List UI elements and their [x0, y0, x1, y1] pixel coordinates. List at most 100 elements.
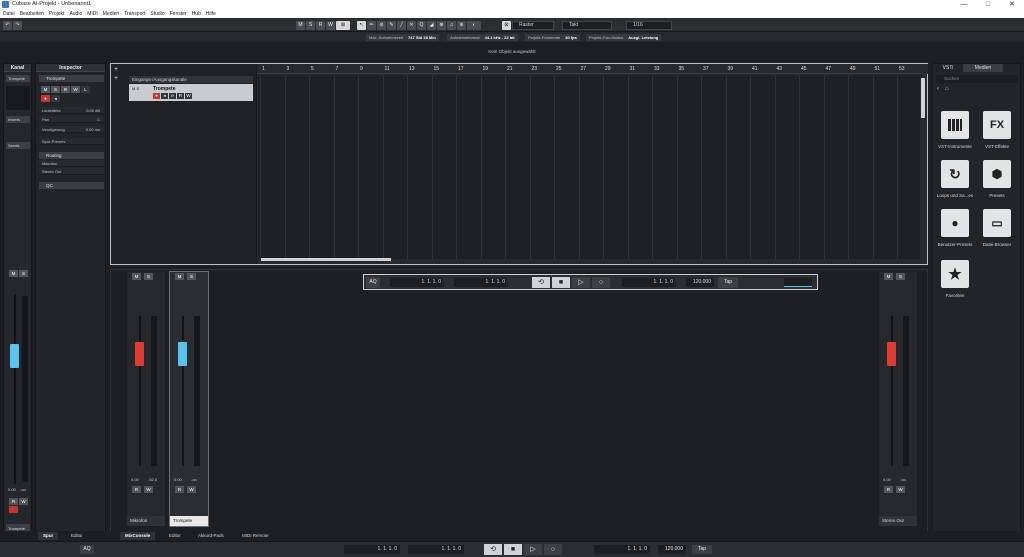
- star-icon[interactable]: ★: [941, 260, 969, 288]
- horizontal-scrollbar[interactable]: [261, 258, 391, 261]
- strip-write-button[interactable]: W: [144, 486, 153, 493]
- maximize-button[interactable]: □: [976, 0, 1000, 10]
- tab-editor-left[interactable]: Editor: [66, 532, 88, 540]
- channel-track-name[interactable]: Trompete: [6, 75, 30, 82]
- inserts-section[interactable]: Inserts: [6, 116, 30, 123]
- snap-type-select[interactable]: Raster: [512, 21, 554, 30]
- inspector-read-button[interactable]: R: [61, 86, 70, 93]
- mixer-strip[interactable]: M S 0.00 -oo R W Trompete: [169, 271, 209, 527]
- grid-type-select[interactable]: Takt: [562, 21, 612, 30]
- mixer-strip[interactable]: M S 0.00 -52.0 R W Mikrofon: [127, 272, 165, 526]
- menu-hilfe[interactable]: Hilfe: [206, 10, 216, 18]
- inspector-lanes-button[interactable]: L: [81, 86, 90, 93]
- object-select-tool[interactable]: ↖: [357, 21, 366, 30]
- track-record-button[interactable]: ●: [153, 93, 160, 99]
- inspector-title[interactable]: Inspector: [36, 64, 105, 72]
- fx-icon[interactable]: FX: [983, 111, 1011, 139]
- inspector-pan[interactable]: Pan C: [39, 116, 104, 123]
- track-read-button[interactable]: R: [177, 93, 184, 99]
- close-button[interactable]: ✕: [1000, 0, 1024, 10]
- inspector-record-button[interactable]: ●: [41, 95, 50, 102]
- status-stop-button[interactable]: ■: [504, 544, 522, 555]
- strip-name[interactable]: Trompete: [170, 516, 208, 526]
- info-record-time[interactable]: Max. Aufnahmezeit 747 Std 28 Min: [366, 34, 439, 41]
- inspector-write-button[interactable]: W: [71, 86, 80, 93]
- strip-fader-knob[interactable]: [887, 342, 896, 366]
- menu-fenster[interactable]: Fenster: [170, 10, 187, 18]
- tab-mixconsole[interactable]: MixConsole: [120, 532, 156, 540]
- status-play-button[interactable]: ▷: [524, 544, 542, 555]
- tab-akkord-pads[interactable]: Akkord-Pads: [193, 532, 229, 540]
- home-icon[interactable]: ⌂: [945, 86, 949, 92]
- play-button[interactable]: ▷: [572, 277, 590, 288]
- erase-tool[interactable]: ╱: [397, 21, 406, 30]
- stop-button[interactable]: ■: [552, 277, 570, 288]
- back-icon[interactable]: ‹: [937, 86, 939, 92]
- status-record-button[interactable]: ○: [544, 544, 562, 555]
- strip-solo-button[interactable]: S: [187, 273, 196, 280]
- undo-button[interactable]: ↶: [3, 21, 12, 30]
- glue-tool[interactable]: ✎: [387, 21, 396, 30]
- zoom-tool[interactable]: ✕: [407, 21, 416, 30]
- inspector-input-routing[interactable]: Mikrofon: [39, 160, 104, 167]
- inspector-preset-select[interactable]: Spur-Presets: [39, 138, 104, 145]
- menu-transport[interactable]: Transport: [124, 10, 145, 18]
- strip-solo-button[interactable]: S: [144, 273, 153, 280]
- strip-write-button[interactable]: W: [187, 486, 196, 493]
- strip-name[interactable]: Stereo Out: [879, 516, 917, 526]
- channel-write-button[interactable]: W: [19, 498, 28, 505]
- strip-name[interactable]: Mikrofon: [127, 516, 165, 526]
- menu-hub[interactable]: Hub: [192, 10, 201, 18]
- presets-icon[interactable]: ⬢: [983, 160, 1011, 188]
- read-all-button[interactable]: R: [316, 21, 325, 30]
- tap-tempo-button[interactable]: Tap: [718, 277, 738, 288]
- strip-fader-knob[interactable]: [178, 342, 187, 366]
- solo-all-button[interactable]: S: [306, 21, 315, 30]
- record-button[interactable]: ○: [592, 277, 610, 288]
- strip-fader-knob[interactable]: [135, 342, 144, 366]
- info-pan-mode[interactable]: Projekt-Pan-Modus Ausgl. Leistung: [586, 34, 662, 41]
- inspector-output-routing[interactable]: Stereo Out: [39, 168, 104, 175]
- strip-mute-button[interactable]: M: [132, 273, 141, 280]
- status-tempo[interactable]: 120.000: [658, 545, 686, 554]
- split-tool[interactable]: ⊘: [377, 21, 386, 30]
- tempo-field[interactable]: 120.000: [686, 278, 714, 287]
- menu-projekt[interactable]: Projekt: [49, 10, 65, 18]
- inspector-track-section[interactable]: Trompete: [39, 75, 104, 82]
- tab-medien[interactable]: Medien: [963, 64, 1003, 72]
- draw-tool[interactable]: ◢: [427, 21, 436, 30]
- folder-track[interactable]: Eingangs-/Ausgangskanäle: [129, 76, 253, 83]
- strip-read-button[interactable]: R: [132, 486, 141, 493]
- media-search-input[interactable]: Suchen: [936, 75, 1018, 83]
- channel-record-button[interactable]: [9, 506, 18, 513]
- menu-audio[interactable]: Audio: [69, 10, 82, 18]
- status-cycle-button[interactable]: ⟲: [484, 544, 502, 555]
- position-field[interactable]: 1. 1. 1. 0: [622, 278, 676, 287]
- event-display[interactable]: [258, 75, 920, 259]
- timeline-ruler[interactable]: 1 3 5 7 9 11 13 15 17 19 21 23 25 27 29 31 33 35 37 39 41 43 4…: [258, 64, 928, 74]
- inspector-volume[interactable]: Lautstärke 0.00 dB: [39, 107, 104, 114]
- strip-solo-button[interactable]: S: [896, 273, 905, 280]
- channel-mute-button[interactable]: M: [9, 270, 18, 277]
- tab-vsti[interactable]: VSTi: [933, 64, 963, 72]
- vertical-scrollbar[interactable]: [921, 78, 925, 118]
- file-browser-icon[interactable]: ▭: [983, 209, 1011, 237]
- inspector-solo-button[interactable]: S: [51, 86, 60, 93]
- track-name[interactable]: Trompete: [153, 86, 176, 92]
- track-monitor-button[interactable]: ◂: [161, 93, 168, 99]
- line-tool[interactable]: ⊗: [437, 21, 446, 30]
- add-track-menu-icon[interactable]: +: [114, 75, 118, 82]
- tab-spur[interactable]: Spur: [38, 532, 59, 540]
- mute-all-button[interactable]: M: [296, 21, 305, 30]
- right-locator-field[interactable]: 1. 1. 1. 0: [454, 278, 508, 287]
- track-write-button[interactable]: W: [185, 93, 192, 99]
- tab-editor[interactable]: Editor: [164, 532, 186, 540]
- write-all-button[interactable]: W: [326, 21, 335, 30]
- track-edit-button[interactable]: e: [169, 93, 176, 99]
- color-tool[interactable]: ◐: [467, 21, 481, 30]
- automation-mode-button[interactable]: ⊠: [336, 21, 350, 30]
- left-locator-field[interactable]: 1. 1. 1. 0: [390, 278, 444, 287]
- menu-studio[interactable]: Studio: [150, 10, 164, 18]
- channel-panel-title[interactable]: Kanal: [4, 64, 31, 72]
- channel-read-button[interactable]: R: [9, 498, 18, 505]
